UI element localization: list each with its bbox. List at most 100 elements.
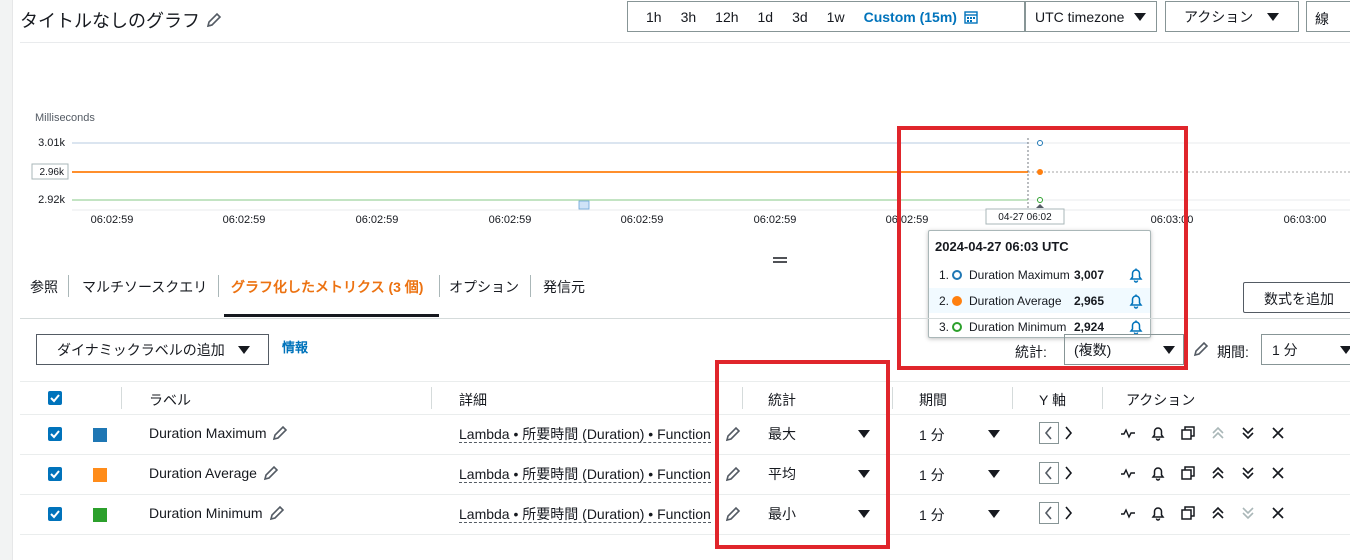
tab-separator: [530, 275, 531, 297]
duplicate-icon[interactable]: [1179, 504, 1197, 522]
anomaly-detection-icon[interactable]: [1119, 504, 1137, 522]
move-down-icon[interactable]: [1239, 424, 1257, 442]
column-header-details[interactable]: 詳細: [459, 390, 487, 410]
row-label-text: Duration Average: [149, 465, 257, 481]
add-math-button[interactable]: 数式を追加: [1243, 282, 1350, 313]
column-separator: [892, 387, 893, 409]
remove-icon[interactable]: [1269, 504, 1287, 522]
check-icon: [50, 470, 60, 479]
row-label-cell[interactable]: Duration Maximum: [149, 425, 288, 441]
tab-options[interactable]: オプション: [449, 277, 519, 297]
row-details-link[interactable]: Lambda • 所要時間 (Duration) • Function: [459, 466, 711, 483]
period-select[interactable]: 1 分: [1261, 334, 1350, 365]
edit-pencil-icon[interactable]: [206, 12, 222, 28]
metrics-table-header: ラベル 詳細 統計 期間 Y 軸 アクション: [20, 381, 1350, 415]
edit-pencil-icon[interactable]: [263, 465, 279, 481]
row-actions: [1119, 424, 1287, 442]
anomaly-detection-icon[interactable]: [1119, 464, 1137, 482]
series-color-swatch[interactable]: [93, 468, 107, 482]
row-period-select[interactable]: 1 分: [919, 505, 945, 525]
graph-title[interactable]: タイトルなしのグラフ: [20, 7, 222, 33]
alarm-bell-icon[interactable]: [1149, 424, 1167, 442]
calendar-icon[interactable]: [964, 10, 978, 24]
caret-down-icon[interactable]: [988, 470, 1000, 478]
row-label-cell[interactable]: Duration Minimum: [149, 505, 285, 521]
column-header-yaxis[interactable]: Y 軸: [1039, 390, 1066, 410]
edit-pencil-icon[interactable]: [1193, 341, 1209, 357]
period-label: 期間:: [1217, 344, 1249, 360]
move-up-icon[interactable]: [1209, 504, 1227, 522]
time-range-1d[interactable]: 1d: [758, 9, 774, 25]
time-range-custom[interactable]: Custom (15m): [864, 9, 957, 25]
row-checkbox[interactable]: [48, 507, 62, 521]
yaxis-toggle: [1039, 462, 1077, 484]
chevron-right-icon: [1065, 466, 1073, 480]
row-checkbox[interactable]: [48, 467, 62, 481]
resize-handle-icon[interactable]: [773, 256, 787, 264]
row-label-cell[interactable]: Duration Average: [149, 465, 279, 481]
y-cursor-label: 2.96k: [40, 167, 65, 178]
column-header-label[interactable]: ラベル: [149, 390, 191, 410]
edit-pencil-icon[interactable]: [272, 425, 288, 441]
chevron-left-icon: [1044, 506, 1052, 520]
column-header-actions[interactable]: アクション: [1126, 390, 1195, 410]
annotation-marker[interactable]: [578, 200, 590, 210]
select-all-checkbox[interactable]: [48, 391, 62, 405]
graph-title-text: タイトルなしのグラフ: [20, 11, 200, 31]
remove-icon[interactable]: [1269, 464, 1287, 482]
time-range-3h[interactable]: 3h: [681, 9, 697, 25]
time-range-1w[interactable]: 1w: [827, 9, 845, 25]
chevron-left-icon: [1044, 426, 1052, 440]
time-range-12h[interactable]: 12h: [715, 9, 738, 25]
graph-type-select[interactable]: 線: [1306, 1, 1350, 32]
column-separator: [431, 387, 432, 409]
row-period-select[interactable]: 1 分: [919, 465, 945, 485]
anomaly-detection-icon[interactable]: [1119, 424, 1137, 442]
tab-graphed-metrics[interactable]: グラフ化したメトリクス (3 個): [231, 277, 423, 297]
row-label-text: Duration Maximum: [149, 425, 267, 441]
timezone-select[interactable]: UTC timezone: [1025, 1, 1157, 32]
edit-pencil-icon[interactable]: [269, 505, 285, 521]
yaxis-right-button[interactable]: [1059, 462, 1077, 484]
caret-down-icon[interactable]: [988, 430, 1000, 438]
duplicate-icon[interactable]: [1179, 464, 1197, 482]
yaxis-right-button[interactable]: [1059, 422, 1077, 444]
active-tab-indicator: [224, 314, 439, 317]
x-tick-label: 06:02:59: [754, 214, 797, 226]
duplicate-icon[interactable]: [1179, 424, 1197, 442]
move-down-icon[interactable]: [1239, 464, 1257, 482]
check-icon: [50, 394, 60, 403]
tab-browse[interactable]: 参照: [30, 277, 58, 297]
row-details-link[interactable]: Lambda • 所要時間 (Duration) • Function: [459, 506, 711, 523]
yaxis-right-button[interactable]: [1059, 502, 1077, 524]
left-panel-edge: [0, 0, 13, 560]
x-tick-label: 06:02:59: [356, 214, 399, 226]
column-header-period[interactable]: 期間: [919, 390, 947, 410]
tab-multi-source-query[interactable]: マルチソースクエリ: [82, 277, 207, 297]
series-color-swatch[interactable]: [93, 428, 107, 442]
row-period-select[interactable]: 1 分: [919, 425, 945, 445]
move-down-icon: [1239, 504, 1257, 522]
alarm-bell-icon[interactable]: [1149, 504, 1167, 522]
graph-type-value: 線: [1315, 11, 1329, 27]
actions-dropdown[interactable]: アクション: [1165, 1, 1299, 32]
x-tick-label: 06:02:59: [91, 214, 134, 226]
info-link[interactable]: 情報: [282, 337, 308, 356]
move-up-icon[interactable]: [1209, 464, 1227, 482]
add-dynamic-label-button[interactable]: ダイナミックラベルの追加: [36, 334, 269, 365]
time-range-3d[interactable]: 3d: [792, 9, 808, 25]
column-separator: [121, 387, 122, 409]
remove-icon[interactable]: [1269, 424, 1287, 442]
row-details-link[interactable]: Lambda • 所要時間 (Duration) • Function: [459, 426, 711, 443]
series-color-swatch[interactable]: [93, 508, 107, 522]
caret-down-icon[interactable]: [988, 510, 1000, 518]
yaxis-left-button[interactable]: [1039, 462, 1059, 484]
row-checkbox[interactable]: [48, 427, 62, 441]
tab-source[interactable]: 発信元: [543, 277, 585, 297]
yaxis-left-button[interactable]: [1039, 502, 1059, 524]
yaxis-left-button[interactable]: [1039, 422, 1059, 444]
alarm-bell-icon[interactable]: [1149, 464, 1167, 482]
time-range-1h[interactable]: 1h: [646, 9, 662, 25]
highlight-box-tooltip: [897, 126, 1188, 370]
row-actions: [1119, 504, 1287, 522]
